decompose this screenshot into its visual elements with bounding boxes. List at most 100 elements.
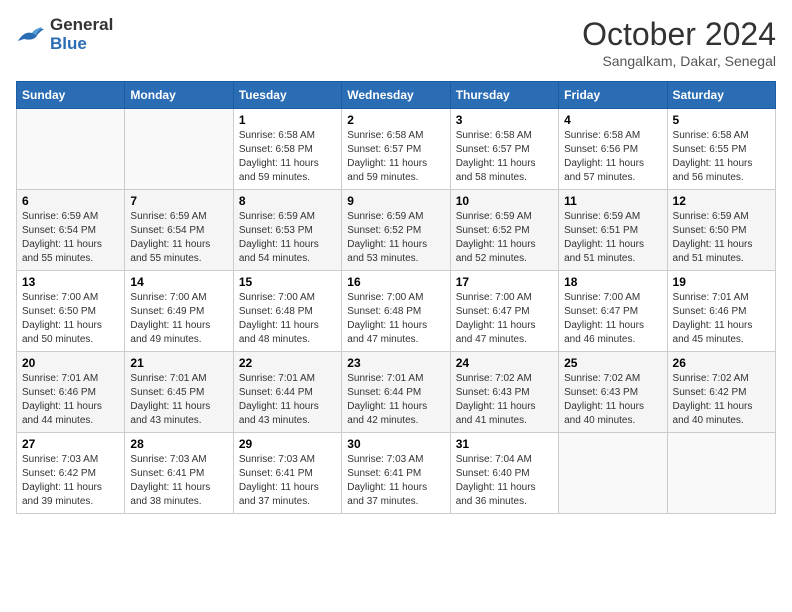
calendar-week-row: 1 Sunrise: 6:58 AM Sunset: 6:58 PM Daylig… [17,109,776,190]
calendar-day-header: Tuesday [233,82,341,109]
day-number: 19 [673,275,770,289]
day-number: 15 [239,275,336,289]
calendar-day-cell: 9Sunrise: 6:59 AM Sunset: 6:52 PM Daylig… [342,190,450,271]
day-info: Sunrise: 6:59 AM Sunset: 6:53 PM Dayligh… [239,210,336,266]
day-info: Sunrise: 7:01 AM Sunset: 6:46 PM Dayligh… [673,291,770,347]
calendar-day-cell: 22 Sunrise: 7:01 AM Sunset: 6:44 PM Dayli… [233,352,341,433]
day-info: Sunrise: 7:01 AM Sunset: 6:44 PM Dayligh… [239,372,336,428]
calendar-day-header: Wednesday [342,82,450,109]
day-info: Sunrise: 6:59 AM Sunset: 6:54 PM Dayligh… [130,210,227,266]
day-info: Sunrise: 7:02 AM Sunset: 6:42 PM Dayligh… [673,372,770,428]
day-number: 29 [239,437,336,451]
location-text: Sangalkam, Dakar, Senegal [582,53,776,69]
day-info: Sunrise: 6:59 AM Sunset: 6:52 PM Dayligh… [347,210,444,266]
day-number: 8 [239,194,336,208]
day-number: 17 [456,275,553,289]
day-number: 18 [564,275,661,289]
calendar-day-header: Monday [125,82,233,109]
day-info: Sunrise: 6:58 AM Sunset: 6:57 PM Dayligh… [347,129,444,185]
calendar-day-cell [667,433,775,514]
calendar-week-row: 27 Sunrise: 7:03 AM Sunset: 6:42 PM Dayli… [17,433,776,514]
calendar-day-cell: 21 Sunrise: 7:01 AM Sunset: 6:45 PM Dayli… [125,352,233,433]
calendar-day-cell: 6 Sunrise: 6:59 AM Sunset: 6:54 PM Daylig… [17,190,125,271]
calendar-day-cell: 19 Sunrise: 7:01 AM Sunset: 6:46 PM Dayli… [667,271,775,352]
day-number: 23 [347,356,444,370]
day-info: Sunrise: 7:04 AM Sunset: 6:40 PM Dayligh… [456,453,553,509]
calendar-day-header: Friday [559,82,667,109]
logo-blue-text: Blue [50,35,113,54]
day-number: 26 [673,356,770,370]
calendar-day-cell: 4Sunrise: 6:58 AM Sunset: 6:56 PM Daylig… [559,109,667,190]
calendar-day-cell: 13 Sunrise: 7:00 AM Sunset: 6:50 PM Dayli… [17,271,125,352]
calendar-header-row: SundayMondayTuesdayWednesdayThursdayFrid… [17,82,776,109]
calendar-day-cell: 11 Sunrise: 6:59 AM Sunset: 6:51 PM Dayli… [559,190,667,271]
day-number: 30 [347,437,444,451]
day-number: 1 [239,113,336,127]
day-number: 20 [22,356,119,370]
calendar-day-cell: 1 Sunrise: 6:58 AM Sunset: 6:58 PM Daylig… [233,109,341,190]
day-info: Sunrise: 6:59 AM Sunset: 6:51 PM Dayligh… [564,210,661,266]
logo: General Blue [16,16,113,53]
calendar-day-cell: 15 Sunrise: 7:00 AM Sunset: 6:48 PM Dayli… [233,271,341,352]
calendar-day-cell: 23Sunrise: 7:01 AM Sunset: 6:44 PM Dayli… [342,352,450,433]
day-info: Sunrise: 7:00 AM Sunset: 6:50 PM Dayligh… [22,291,119,347]
title-block: October 2024 Sangalkam, Dakar, Senegal [582,16,776,69]
day-number: 24 [456,356,553,370]
calendar-day-cell: 24Sunrise: 7:02 AM Sunset: 6:43 PM Dayli… [450,352,558,433]
calendar-day-cell: 17 Sunrise: 7:00 AM Sunset: 6:47 PM Dayli… [450,271,558,352]
calendar-day-cell: 31Sunrise: 7:04 AM Sunset: 6:40 PM Dayli… [450,433,558,514]
day-number: 28 [130,437,227,451]
day-number: 13 [22,275,119,289]
day-number: 22 [239,356,336,370]
calendar-day-cell: 5Sunrise: 6:58 AM Sunset: 6:55 PM Daylig… [667,109,775,190]
calendar-day-header: Saturday [667,82,775,109]
day-info: Sunrise: 6:59 AM Sunset: 6:54 PM Dayligh… [22,210,119,266]
day-number: 3 [456,113,553,127]
calendar-day-cell: 3 Sunrise: 6:58 AM Sunset: 6:57 PM Daylig… [450,109,558,190]
day-number: 21 [130,356,227,370]
calendar-week-row: 6 Sunrise: 6:59 AM Sunset: 6:54 PM Daylig… [17,190,776,271]
day-info: Sunrise: 7:00 AM Sunset: 6:48 PM Dayligh… [347,291,444,347]
day-info: Sunrise: 7:00 AM Sunset: 6:47 PM Dayligh… [564,291,661,347]
calendar-day-cell: 26 Sunrise: 7:02 AM Sunset: 6:42 PM Dayli… [667,352,775,433]
calendar-day-cell [559,433,667,514]
calendar-day-cell: 30Sunrise: 7:03 AM Sunset: 6:41 PM Dayli… [342,433,450,514]
day-number: 7 [130,194,227,208]
calendar-day-cell: 2Sunrise: 6:58 AM Sunset: 6:57 PM Daylig… [342,109,450,190]
month-title: October 2024 [582,16,776,53]
day-info: Sunrise: 6:59 AM Sunset: 6:50 PM Dayligh… [673,210,770,266]
calendar-day-cell: 12Sunrise: 6:59 AM Sunset: 6:50 PM Dayli… [667,190,775,271]
calendar-day-cell: 29 Sunrise: 7:03 AM Sunset: 6:41 PM Dayli… [233,433,341,514]
day-number: 16 [347,275,444,289]
day-info: Sunrise: 7:00 AM Sunset: 6:48 PM Dayligh… [239,291,336,347]
day-number: 11 [564,194,661,208]
day-info: Sunrise: 6:59 AM Sunset: 6:52 PM Dayligh… [456,210,553,266]
day-number: 4 [564,113,661,127]
day-info: Sunrise: 7:03 AM Sunset: 6:41 PM Dayligh… [239,453,336,509]
logo-general-text: General [50,16,113,35]
calendar-day-cell: 28Sunrise: 7:03 AM Sunset: 6:41 PM Dayli… [125,433,233,514]
day-info: Sunrise: 7:03 AM Sunset: 6:42 PM Dayligh… [22,453,119,509]
day-info: Sunrise: 6:58 AM Sunset: 6:58 PM Dayligh… [239,129,336,185]
calendar-day-cell: 20 Sunrise: 7:01 AM Sunset: 6:46 PM Dayli… [17,352,125,433]
calendar-day-cell: 27 Sunrise: 7:03 AM Sunset: 6:42 PM Dayli… [17,433,125,514]
page-header: General Blue October 2024 Sangalkam, Dak… [16,16,776,69]
calendar-day-cell [125,109,233,190]
day-info: Sunrise: 6:58 AM Sunset: 6:57 PM Dayligh… [456,129,553,185]
calendar-day-cell: 10 Sunrise: 6:59 AM Sunset: 6:52 PM Dayli… [450,190,558,271]
calendar-day-header: Thursday [450,82,558,109]
calendar-week-row: 13 Sunrise: 7:00 AM Sunset: 6:50 PM Dayli… [17,271,776,352]
day-number: 10 [456,194,553,208]
calendar-day-cell: 25 Sunrise: 7:02 AM Sunset: 6:43 PM Dayli… [559,352,667,433]
day-number: 27 [22,437,119,451]
day-info: Sunrise: 7:01 AM Sunset: 6:45 PM Dayligh… [130,372,227,428]
day-info: Sunrise: 7:01 AM Sunset: 6:46 PM Dayligh… [22,372,119,428]
logo-text: General Blue [50,16,113,53]
day-number: 6 [22,194,119,208]
day-info: Sunrise: 7:02 AM Sunset: 6:43 PM Dayligh… [564,372,661,428]
day-info: Sunrise: 7:00 AM Sunset: 6:47 PM Dayligh… [456,291,553,347]
day-info: Sunrise: 7:00 AM Sunset: 6:49 PM Dayligh… [130,291,227,347]
day-info: Sunrise: 6:58 AM Sunset: 6:55 PM Dayligh… [673,129,770,185]
day-number: 25 [564,356,661,370]
day-number: 14 [130,275,227,289]
